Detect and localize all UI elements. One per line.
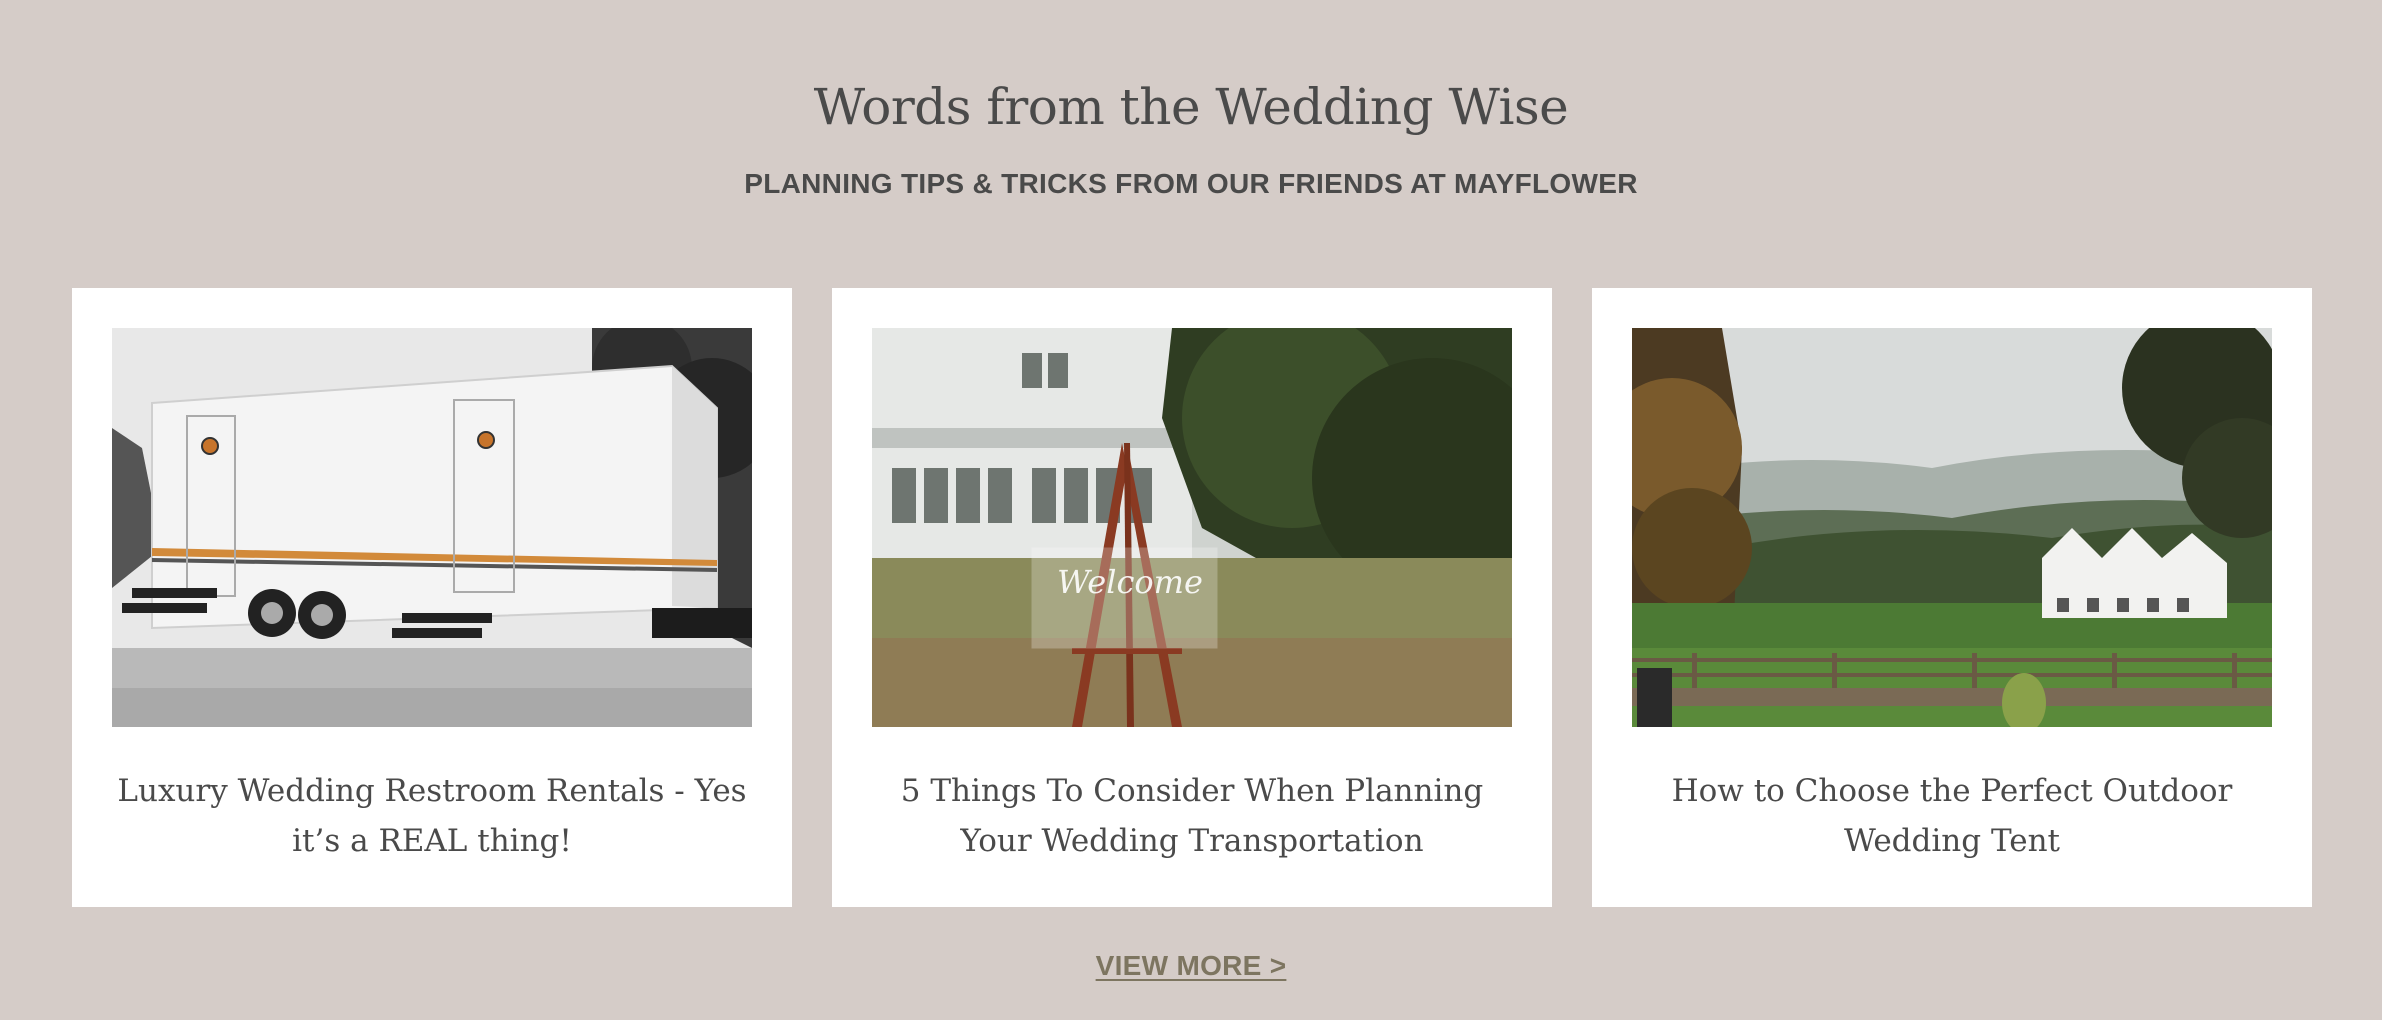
card-title[interactable]: Luxury Wedding Restroom Rentals - Yes it… — [102, 766, 762, 866]
welcome-sign-image[interactable]: Welcome — [872, 328, 1512, 727]
blog-card[interactable]: Welcome 5 Things To Consider When Planni… — [832, 288, 1552, 907]
svg-text:Welcome: Welcome — [1057, 563, 1203, 601]
view-more-link[interactable]: VIEW MORE > — [1096, 950, 1287, 981]
section-subtitle: PLANNING TIPS & TRICKS FROM OUR FRIENDS … — [744, 168, 1638, 199]
card-title[interactable]: 5 Things To Consider When Planning Your … — [862, 766, 1522, 866]
blog-card[interactable]: Luxury Wedding Restroom Rentals - Yes it… — [72, 288, 792, 907]
blog-card[interactable]: How to Choose the Perfect Outdoor Weddin… — [1592, 288, 2312, 907]
wedding-tent-image[interactable] — [1632, 328, 2272, 727]
restroom-trailer-image[interactable] — [112, 328, 752, 727]
card-title[interactable]: How to Choose the Perfect Outdoor Weddin… — [1622, 766, 2282, 866]
section-title: Words from the Wedding Wise — [813, 78, 1569, 136]
